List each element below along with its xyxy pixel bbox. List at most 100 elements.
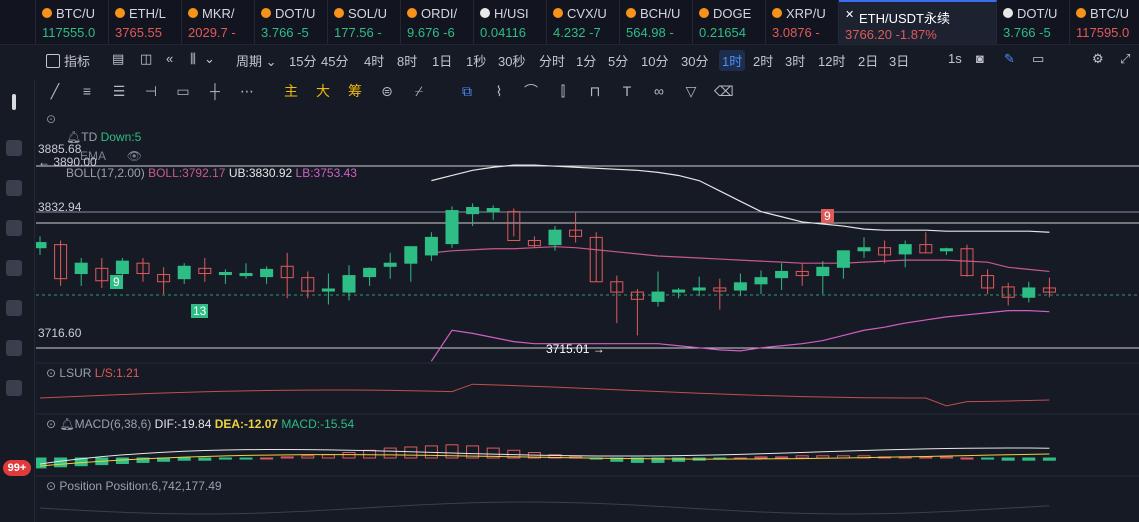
- lsur-value: L/S:1.21: [94, 366, 140, 380]
- collapse-icon[interactable]: ⊙: [46, 479, 56, 493]
- ticker-name: DOT/U: [261, 6, 327, 22]
- ticker-tab[interactable]: H/USI 0.04116: [474, 0, 547, 44]
- eraser-line-icon[interactable]: ⌿: [410, 82, 428, 100]
- drawtool-big[interactable]: 大: [314, 82, 332, 100]
- lsur-legend[interactable]: ⊙ LSUR L/S:1.21: [46, 366, 139, 380]
- collapse-icon[interactable]: ⊙: [46, 112, 56, 126]
- more-icon[interactable]: ⋯: [238, 82, 256, 100]
- ticker-tab[interactable]: CVX/U 4.232 -7: [547, 0, 620, 44]
- interval-button[interactable]: 4时: [364, 51, 384, 70]
- window-icon[interactable]: ▭: [1032, 51, 1044, 67]
- ticker-tab[interactable]: BCH/U 564.98 -: [620, 0, 693, 44]
- ruler-icon[interactable]: ⌇: [490, 82, 508, 100]
- ticker-tab[interactable]: ✕ ETH/USDT永续 3766.20 -1.87%: [839, 0, 997, 44]
- interval-button[interactable]: 分时: [539, 51, 565, 70]
- boll-upper-line: [431, 164, 1050, 233]
- channel-icon[interactable]: ☰: [110, 82, 128, 100]
- parallel-lines-icon[interactable]: ≡: [78, 82, 96, 100]
- boll-lower-line: [430, 310, 1050, 362]
- interval-button[interactable]: 30秒: [498, 51, 525, 70]
- horizontal-line-icon[interactable]: ⊣: [142, 82, 160, 100]
- position-value: Position:6,742,177.49: [105, 479, 222, 493]
- interval-button[interactable]: 45分: [321, 51, 348, 70]
- ticker-tab[interactable]: BTC/U 117555.0: [36, 0, 109, 44]
- interval-button[interactable]: 5分: [608, 51, 628, 70]
- position-legend[interactable]: ⊙ Position Position:6,742,177.49: [46, 479, 222, 493]
- interval-button[interactable]: 2日: [858, 51, 878, 70]
- settings-icon[interactable]: ⚙: [1092, 51, 1104, 67]
- interval-button[interactable]: 30分: [681, 51, 708, 70]
- candle-body: [816, 266, 830, 277]
- drawtool-chips[interactable]: 筹: [346, 82, 364, 100]
- candle-body: [36, 242, 47, 249]
- period-dropdown[interactable]: 周期 ⌄: [236, 51, 277, 70]
- sidebar-tool-icon[interactable]: [6, 380, 22, 396]
- interval-button[interactable]: 2时: [753, 51, 773, 70]
- candle-type-icon[interactable]: ⫼: [190, 51, 196, 67]
- candles-icon[interactable]: ⫿: [554, 82, 572, 100]
- ticker-tab[interactable]: DOT/U 3.766 -5: [255, 0, 328, 44]
- macd-bar: [54, 457, 68, 468]
- sidebar-tool-icon[interactable]: [6, 340, 22, 356]
- interval-button[interactable]: 1秒: [466, 51, 486, 70]
- ticker-symbol: MKR/: [202, 6, 235, 21]
- filter-icon[interactable]: ▽: [682, 82, 700, 100]
- rewind-icon[interactable]: «: [166, 51, 173, 66]
- collapse-icon[interactable]: ⊙: [46, 366, 56, 380]
- ticker-tab[interactable]: ORDI/9.676 -6: [401, 0, 474, 44]
- ticker-scroll-left[interactable]: [0, 0, 36, 44]
- eye-off-icon[interactable]: 👁︎: [127, 149, 142, 163]
- pen-icon[interactable]: ✎: [1004, 51, 1015, 67]
- interval-button[interactable]: 3时: [785, 51, 805, 70]
- macd-bar: [280, 456, 294, 459]
- camera-icon[interactable]: ◙: [976, 51, 984, 66]
- notification-badge[interactable]: 99+: [3, 460, 31, 476]
- sidebar-tool-icon[interactable]: [6, 260, 22, 276]
- macd-bar: [363, 449, 377, 459]
- ticker-tab[interactable]: MKR/2029.7 -: [182, 0, 255, 44]
- candle-body: [363, 267, 377, 278]
- ticker-tab[interactable]: ETH/L 3765.55: [109, 0, 182, 44]
- ticker-tab[interactable]: DOT/U 3.766 -5: [997, 0, 1070, 44]
- expand-icon[interactable]: ⤢: [1120, 51, 1130, 67]
- brush-icon[interactable]: ⌒: [522, 82, 540, 100]
- ticker-tab[interactable]: XRP/U 3.0876 -: [766, 0, 839, 44]
- macd-legend[interactable]: ⊙ 🔔︎MACD(6,38,6) DIF:-19.84 DEA:-12.07 M…: [46, 417, 354, 431]
- lock-icon[interactable]: ⊓: [586, 82, 604, 100]
- link-icon[interactable]: ∞: [650, 82, 668, 100]
- ticker-tab[interactable]: DOGE 0.21654: [693, 0, 766, 44]
- layout-icon[interactable]: ▤: [112, 51, 124, 67]
- rectangle-icon[interactable]: ▭: [174, 82, 192, 100]
- boll-legend[interactable]: BOLL(17,2.00) BOLL:3792.17 UB:3830.92 LB…: [66, 166, 357, 180]
- vertical-line-icon[interactable]: ┼: [206, 82, 224, 100]
- interval-button[interactable]: 10分: [641, 51, 668, 70]
- interval-button[interactable]: 1日: [432, 51, 452, 70]
- drawtool-main[interactable]: 主: [282, 82, 300, 100]
- interval-button[interactable]: 1分: [576, 51, 596, 70]
- interval-button[interactable]: 3日: [889, 51, 909, 70]
- macd-bar: [404, 446, 418, 459]
- sidebar-tool-icon[interactable]: [6, 180, 22, 196]
- speed-label[interactable]: 1s: [948, 51, 962, 66]
- interval-button[interactable]: 12时: [818, 51, 845, 70]
- interval-button[interactable]: 1时: [719, 50, 746, 71]
- trendline-icon[interactable]: ╱: [46, 82, 64, 100]
- candle-body: [177, 265, 191, 280]
- candle-body: [651, 291, 665, 302]
- sidebar-tool-icon[interactable]: [6, 300, 22, 316]
- interval-button[interactable]: 15分: [289, 51, 316, 70]
- collapse-icon[interactable]: ⊙: [46, 417, 56, 431]
- sidebar-tool-icon[interactable]: [6, 220, 22, 236]
- trash-icon[interactable]: ⌫: [714, 82, 734, 100]
- text-icon[interactable]: T: [618, 82, 636, 100]
- copy-icon[interactable]: ⧉: [458, 82, 476, 100]
- ticker-tab[interactable]: SOL/U 177.56 -: [328, 0, 401, 44]
- split-icon[interactable]: ◫: [140, 51, 152, 67]
- chevron-down-icon[interactable]: ⌄: [204, 51, 215, 67]
- sidebar-tool-icon[interactable]: [6, 140, 22, 156]
- ticker-tab[interactable]: BTC/U 117595.0: [1070, 0, 1139, 44]
- magnet-icon[interactable]: ⊜: [378, 82, 396, 100]
- interval-button[interactable]: 8时: [397, 51, 417, 70]
- ticker-symbol: XRP/U: [786, 6, 826, 21]
- indicator-button[interactable]: 指标: [46, 51, 90, 70]
